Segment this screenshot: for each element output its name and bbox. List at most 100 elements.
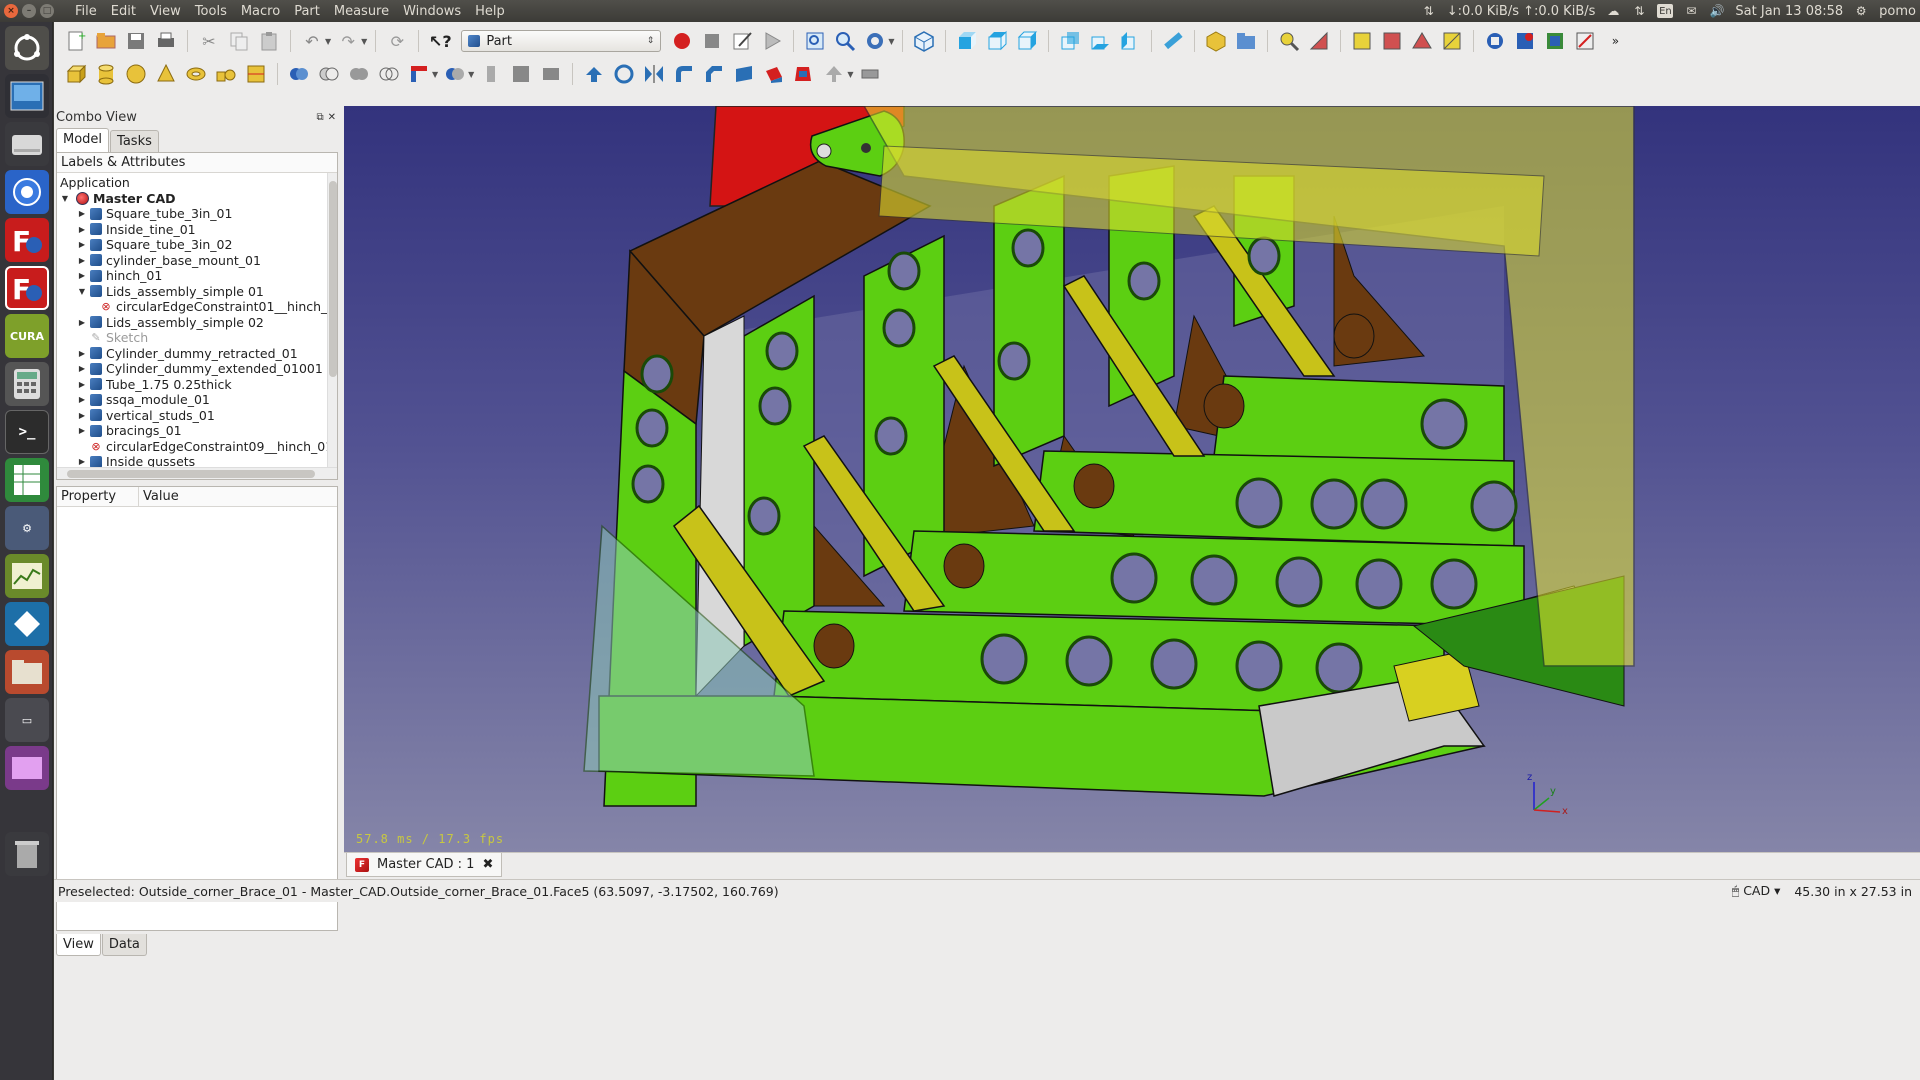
part-cut-icon[interactable] (317, 62, 341, 86)
image-viewer-icon[interactable] (5, 74, 49, 118)
part-cone-icon[interactable] (154, 62, 178, 86)
tree-root-application[interactable]: Application (60, 175, 130, 191)
view-isometric-icon[interactable] (912, 29, 936, 53)
collapsed-arrow-icon[interactable]: ▶ (77, 318, 87, 327)
measure-linear-icon[interactable] (1277, 29, 1301, 53)
tree-item-part[interactable]: ▶ ssqa_module_01 (77, 392, 210, 408)
undo-icon[interactable]: ↶ (300, 29, 324, 53)
cut-icon[interactable]: ✂ (197, 29, 221, 53)
tree-vertical-scrollbar[interactable] (327, 173, 337, 473)
view-top-icon[interactable] (985, 29, 1009, 53)
tree-item-part[interactable]: ▶ Square_tube_3in_01 (77, 206, 233, 222)
part-box-icon[interactable] (64, 62, 88, 86)
collapsed-arrow-icon[interactable]: ▶ (77, 349, 87, 358)
measure-angular-icon[interactable] (1307, 29, 1331, 53)
part-join-icon[interactable] (407, 62, 431, 86)
spreadsheet-icon[interactable] (5, 458, 49, 502)
view-rear-icon[interactable] (1058, 29, 1082, 53)
stop-macro-icon[interactable] (700, 29, 724, 53)
draw-style-icon[interactable] (863, 29, 887, 53)
tree-item-part[interactable]: ▶ cylinder_base_mount_01 (77, 253, 261, 269)
fit-all-icon[interactable] (803, 29, 827, 53)
edit-macro-icon[interactable] (730, 29, 754, 53)
user-name[interactable]: pomo (1879, 4, 1916, 19)
cura-icon[interactable]: CURA (5, 314, 49, 358)
freecad-active-icon[interactable]: F (5, 266, 49, 310)
tree-horizontal-scrollbar[interactable] (57, 467, 337, 479)
part-make-face-icon[interactable] (732, 62, 756, 86)
tree-item-sketch[interactable]: ✎ Sketch (77, 330, 148, 346)
expanded-arrow-icon[interactable]: ▼ (60, 194, 70, 203)
part-boolean-icon[interactable] (287, 62, 311, 86)
model-tree[interactable]: Labels & Attributes Application ▼ Master… (56, 152, 338, 480)
tab-model[interactable]: Model (56, 128, 110, 152)
run-macro-icon[interactable] (760, 29, 784, 53)
document-tab-master-cad[interactable]: F Master CAD : 1 ✖ (346, 853, 503, 877)
part-offset-icon[interactable] (822, 62, 846, 86)
measure-clear-icon[interactable] (1350, 29, 1374, 53)
measure-toggle-3d-icon[interactable] (1410, 29, 1434, 53)
cad-model-scene[interactable] (344, 106, 1920, 852)
freecad-icon[interactable]: F (5, 218, 49, 262)
menu-windows[interactable]: Windows (396, 4, 468, 19)
settings-gear-icon[interactable]: ⚙ (1853, 4, 1869, 18)
tab-data[interactable]: Data (101, 934, 147, 956)
part-common-icon[interactable] (377, 62, 401, 86)
whats-this-icon[interactable]: ↖? (428, 29, 452, 53)
system-monitor-icon[interactable] (5, 554, 49, 598)
paste-icon[interactable] (257, 29, 281, 53)
tree-item-part[interactable]: ▶ bracings_01 (77, 423, 182, 439)
tree-item-part[interactable]: ▶ Cylinder_dummy_extended_01001 (77, 361, 323, 377)
collapsed-arrow-icon[interactable]: ▶ (77, 411, 87, 420)
view-right-icon[interactable] (1015, 29, 1039, 53)
tree-item-part[interactable]: ▶ vertical_studs_01 (77, 408, 215, 424)
create-group-icon[interactable] (1234, 29, 1258, 53)
property-editor[interactable]: Property Value (56, 486, 338, 931)
media-icon[interactable] (5, 746, 49, 790)
more-tools-icon[interactable]: » (1603, 29, 1627, 53)
part-fuse-icon[interactable] (347, 62, 371, 86)
clock[interactable]: Sat Jan 13 08:58 (1735, 4, 1843, 19)
refresh-icon[interactable]: ⟳ (385, 29, 409, 53)
assembly-import-icon[interactable] (1483, 29, 1507, 53)
collapsed-arrow-icon[interactable]: ▶ (77, 380, 87, 389)
window-icon[interactable]: ▭ (5, 698, 49, 742)
redo-icon[interactable]: ↷ (336, 29, 360, 53)
chromium-icon[interactable] (5, 170, 49, 214)
part-extrude-icon[interactable] (582, 62, 606, 86)
part-sphere-icon[interactable] (124, 62, 148, 86)
tab-view[interactable]: View (56, 934, 101, 956)
part-check-geometry-icon[interactable] (509, 62, 533, 86)
collapsed-arrow-icon[interactable]: ▶ (77, 225, 87, 234)
trash-icon[interactable] (5, 832, 49, 876)
transfer-icon[interactable]: ⇅ (1421, 4, 1437, 18)
property-column-header[interactable]: Property (57, 487, 139, 506)
value-column-header[interactable]: Value (139, 487, 179, 506)
navigation-style[interactable]: 🖱 CAD ▾ (1732, 883, 1781, 899)
keyboard-layout-icon[interactable]: En (1657, 4, 1674, 18)
menu-tools[interactable]: Tools (188, 4, 234, 19)
tab-tasks[interactable]: Tasks (110, 130, 159, 152)
tree-item-part[interactable]: ▶ Tube_1.75 0.25thick (77, 377, 232, 393)
part-chamfer-icon[interactable] (702, 62, 726, 86)
network-icon[interactable]: ⇅ (1631, 4, 1647, 18)
volume-icon[interactable]: 🔊 (1709, 4, 1725, 18)
menu-part[interactable]: Part (287, 4, 327, 19)
menu-help[interactable]: Help (468, 4, 512, 19)
fit-selection-icon[interactable] (833, 29, 857, 53)
files-icon[interactable] (5, 650, 49, 694)
assembly-constraint-icon[interactable] (1573, 29, 1597, 53)
part-revolve-icon[interactable] (612, 62, 636, 86)
new-document-icon[interactable]: + (64, 29, 88, 53)
view-front-icon[interactable] (955, 29, 979, 53)
part-compound-icon[interactable] (479, 62, 503, 86)
expanded-arrow-icon[interactable]: ▼ (77, 287, 87, 296)
tree-item-part[interactable]: ▼ Lids_assembly_simple 01 (77, 284, 264, 300)
workbench-selector[interactable]: Part ⇕ (461, 30, 662, 52)
copy-icon[interactable] (227, 29, 251, 53)
tree-item-part[interactable]: ▶ hinch_01 (77, 268, 162, 284)
float-panel-icon[interactable]: ⧉ (316, 112, 323, 123)
tree-item-part[interactable]: ▶ Cylinder_dummy_retracted_01 (77, 346, 298, 362)
system-settings-icon[interactable]: ⚙ (5, 506, 49, 550)
tree-item-part[interactable]: ▶ Inside_tine_01 (77, 222, 196, 238)
